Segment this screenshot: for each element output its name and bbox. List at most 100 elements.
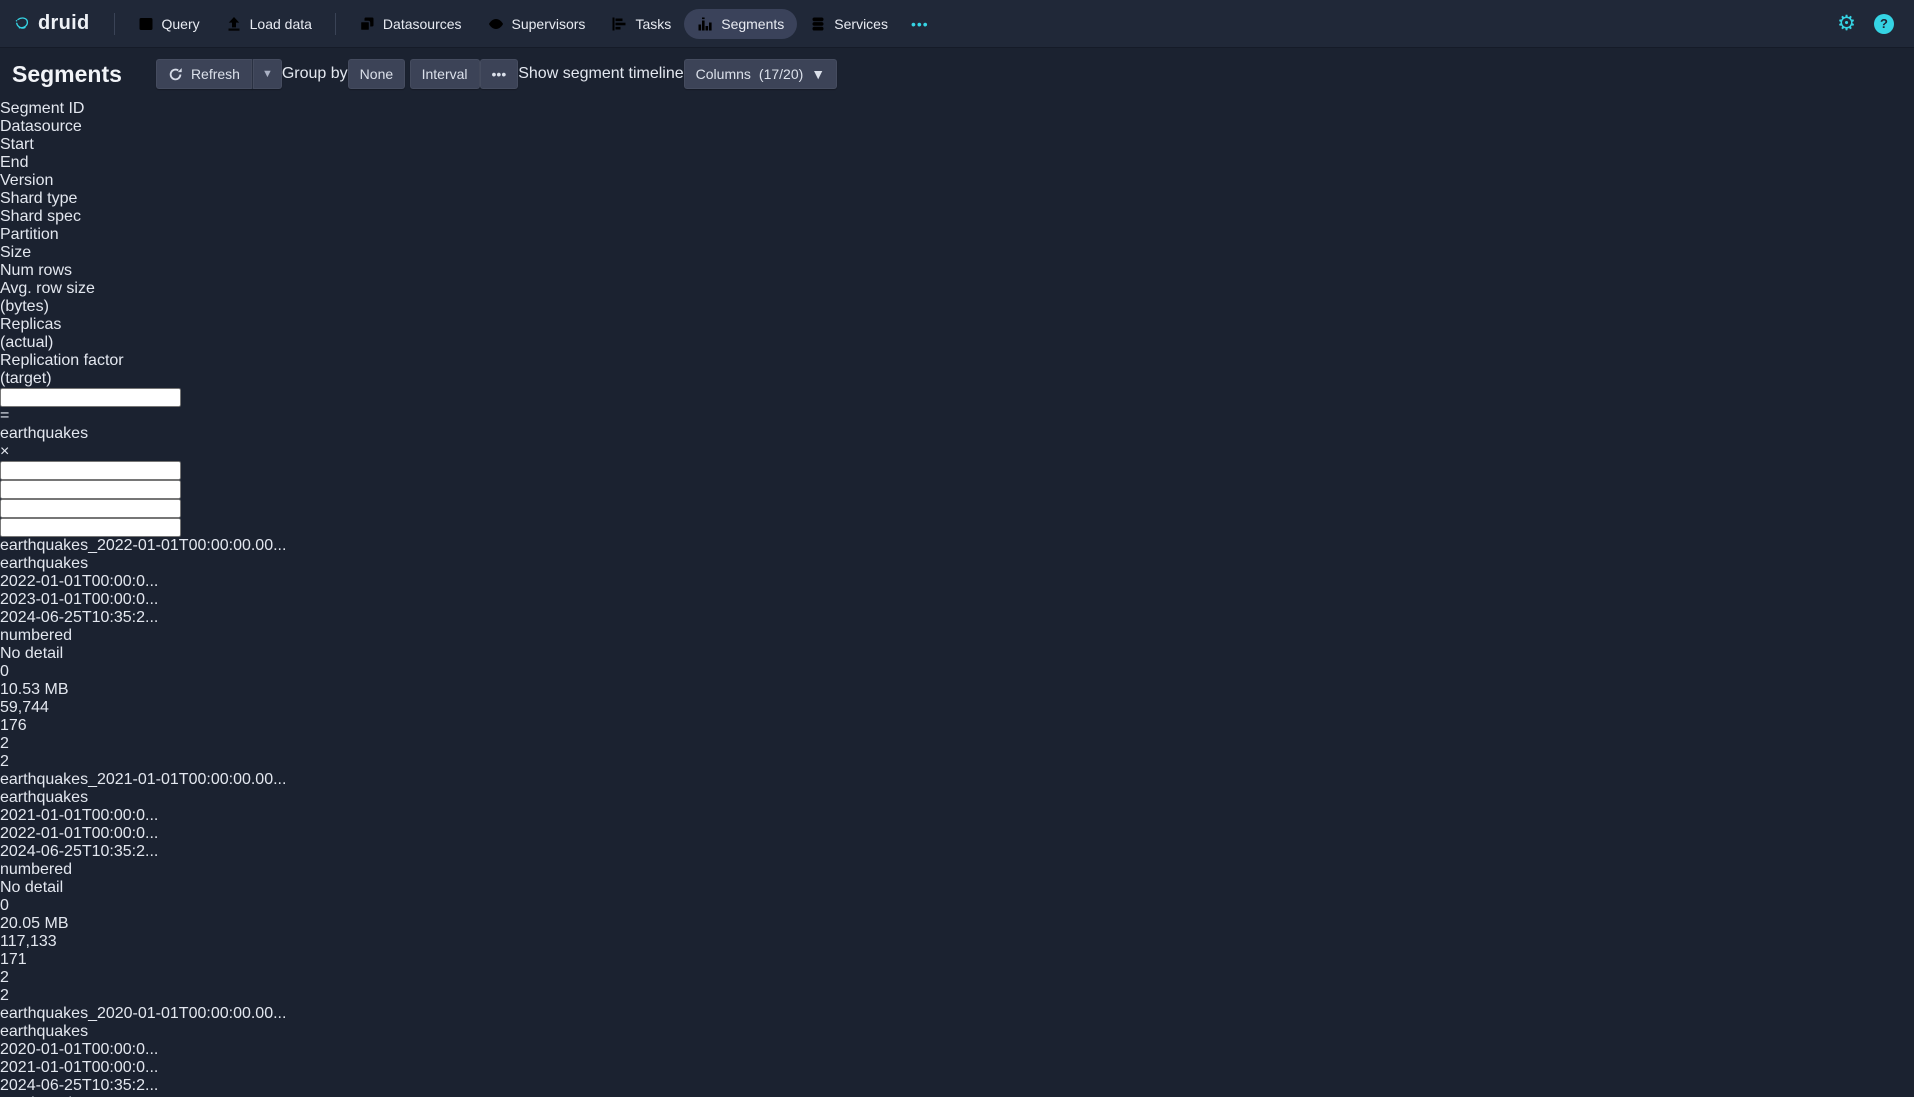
nav-item-label: Load data: [250, 16, 312, 32]
filter-cell-datasource: =earthquakes×: [0, 407, 1914, 461]
columns-button[interactable]: Columns (17/20) ▼: [684, 59, 837, 89]
cell-partition: 0: [0, 897, 1914, 915]
column-header-segment-id[interactable]: Segment ID: [0, 100, 1914, 118]
cell-avg-row-size: 171: [0, 951, 1914, 969]
nav-item-datasources[interactable]: Datasources: [346, 9, 475, 39]
cell-segment-id: earthquakes_2021-01-01T00:00:00.00...: [0, 771, 1914, 789]
filter-row: =earthquakes×: [0, 388, 1914, 537]
column-header-label: Size: [0, 244, 1914, 262]
table-row[interactable]: earthquakes_2022-01-01T00:00:00.00...ear…: [0, 537, 1914, 771]
column-header-label: Avg. row size: [0, 280, 1914, 298]
column-header-label: Segment ID: [0, 100, 1914, 118]
column-header-sublabel: (bytes): [0, 298, 1914, 316]
druid-logo[interactable]: druid: [14, 11, 90, 37]
filter-input-version[interactable]: [0, 499, 181, 518]
table-row[interactable]: earthquakes_2020-01-01T00:00:00.00...ear…: [0, 1005, 1914, 1097]
column-header-sublabel: (target): [0, 370, 1914, 388]
cell-shard-type: numbered: [0, 627, 1914, 645]
filter-input-shard-type[interactable]: [0, 518, 181, 537]
filter-input-segment-id[interactable]: [0, 388, 181, 407]
nav-item-label: Datasources: [383, 16, 462, 32]
column-header-label: Partition: [0, 226, 1914, 244]
nav-item-tasks[interactable]: Tasks: [598, 9, 684, 39]
column-header-label: Start: [0, 136, 1914, 154]
cell-shard-type: numbered: [0, 861, 1914, 879]
column-header-replicas[interactable]: Replicas(actual): [0, 316, 1914, 352]
column-header-shard-type[interactable]: Shard type: [0, 190, 1914, 208]
refresh-icon: [168, 67, 183, 82]
column-header-label: Shard spec: [0, 208, 1914, 226]
cell-end: 2022-01-01T00:00:0...: [0, 825, 1914, 843]
nav-item-query[interactable]: Query: [125, 9, 213, 39]
group-by-button-group: None Interval: [348, 59, 480, 89]
nav-item-label: Query: [162, 16, 200, 32]
brand-name: druid: [38, 12, 90, 35]
column-header-end[interactable]: End: [0, 154, 1914, 172]
chevron-down-icon: ▼: [262, 68, 273, 80]
filter-cell-shard-type: [0, 518, 1914, 537]
column-header-avg-row-size[interactable]: Avg. row size(bytes): [0, 280, 1914, 316]
cell-end: 2021-01-01T00:00:0...: [0, 1059, 1914, 1077]
nav-separator: [335, 13, 336, 35]
remove-filter-icon[interactable]: ×: [0, 443, 1914, 461]
cell-start: 2020-01-01T00:00:0...: [0, 1041, 1914, 1059]
cell-size: 20.05 MB: [0, 915, 1914, 933]
cell-partition: 0: [0, 663, 1914, 681]
refresh-label: Refresh: [191, 66, 240, 82]
column-header-label: Datasource: [0, 118, 1914, 136]
filter-cell-version: [0, 499, 1914, 518]
column-header-label: Shard type: [0, 190, 1914, 208]
top-nav-bar: druid Query Load data Datasources Superv…: [0, 0, 1914, 48]
table-row[interactable]: earthquakes_2021-01-01T00:00:00.00...ear…: [0, 771, 1914, 1005]
datasource-filter-chip[interactable]: =earthquakes×: [0, 407, 1914, 461]
nav-separator: [114, 13, 115, 35]
refresh-dropdown-button[interactable]: ▼: [252, 59, 282, 89]
nav-item-segments[interactable]: Segments: [684, 9, 797, 39]
cell-replicas: 2: [0, 735, 1914, 753]
nav-item-load-data[interactable]: Load data: [213, 9, 325, 39]
database-icon: [810, 16, 826, 32]
column-header-start[interactable]: Start: [0, 136, 1914, 154]
query-document-icon: [138, 16, 154, 32]
column-header-replication-factor[interactable]: Replication factor(target): [0, 352, 1914, 388]
column-header-size[interactable]: Size: [0, 244, 1914, 262]
equals-icon: =: [0, 407, 1914, 425]
nav-item-supervisors[interactable]: Supervisors: [475, 9, 599, 39]
chevron-down-icon: ▼: [811, 66, 825, 82]
header-row: Segment IDDatasourceStartEndVersionShard…: [0, 100, 1914, 388]
refresh-button[interactable]: Refresh: [156, 59, 252, 89]
nav-item-label: Tasks: [635, 16, 671, 32]
toolbar-more-button[interactable]: •••: [480, 59, 519, 89]
page-title: Segments: [12, 61, 122, 88]
column-header-version[interactable]: Version: [0, 172, 1914, 190]
group-by-interval-button[interactable]: Interval: [410, 59, 480, 89]
column-header-shard-spec[interactable]: Shard spec: [0, 208, 1914, 226]
filter-input-end[interactable]: [0, 480, 181, 499]
filter-input-start[interactable]: [0, 461, 181, 480]
group-by-label: Group by: [282, 65, 348, 83]
columns-label: Columns: [696, 66, 751, 82]
cell-shard-spec: No detail: [0, 645, 1914, 663]
group-by-none-button[interactable]: None: [348, 59, 405, 89]
help-icon[interactable]: ?: [1874, 14, 1894, 34]
cell-segment-id: earthquakes_2022-01-01T00:00:00.00...: [0, 537, 1914, 555]
cell-replication-factor: 2: [0, 753, 1914, 771]
column-header-partition[interactable]: Partition: [0, 226, 1914, 244]
column-header-label: Num rows: [0, 262, 1914, 280]
column-header-label: Version: [0, 172, 1914, 190]
column-header-num-rows[interactable]: Num rows: [0, 262, 1914, 280]
nav-item-label: Services: [834, 16, 888, 32]
cell-version: 2024-06-25T10:35:2...: [0, 609, 1914, 627]
column-header-datasource[interactable]: Datasource: [0, 118, 1914, 136]
nav-item-label: Supervisors: [512, 16, 586, 32]
segment-timeline-label: Show segment timeline: [518, 65, 683, 83]
cell-replicas: 2: [0, 969, 1914, 987]
settings-gear-icon[interactable]: ⚙: [1837, 13, 1856, 34]
druid-spiral-icon: [14, 11, 30, 37]
nav-more-button[interactable]: •••: [901, 9, 939, 39]
column-header-label: Replicas: [0, 316, 1914, 334]
cell-shard-spec: No detail: [0, 879, 1914, 897]
cell-version: 2024-06-25T10:35:2...: [0, 1077, 1914, 1095]
nav-item-services[interactable]: Services: [797, 9, 901, 39]
cell-datasource: earthquakes: [0, 789, 1914, 807]
